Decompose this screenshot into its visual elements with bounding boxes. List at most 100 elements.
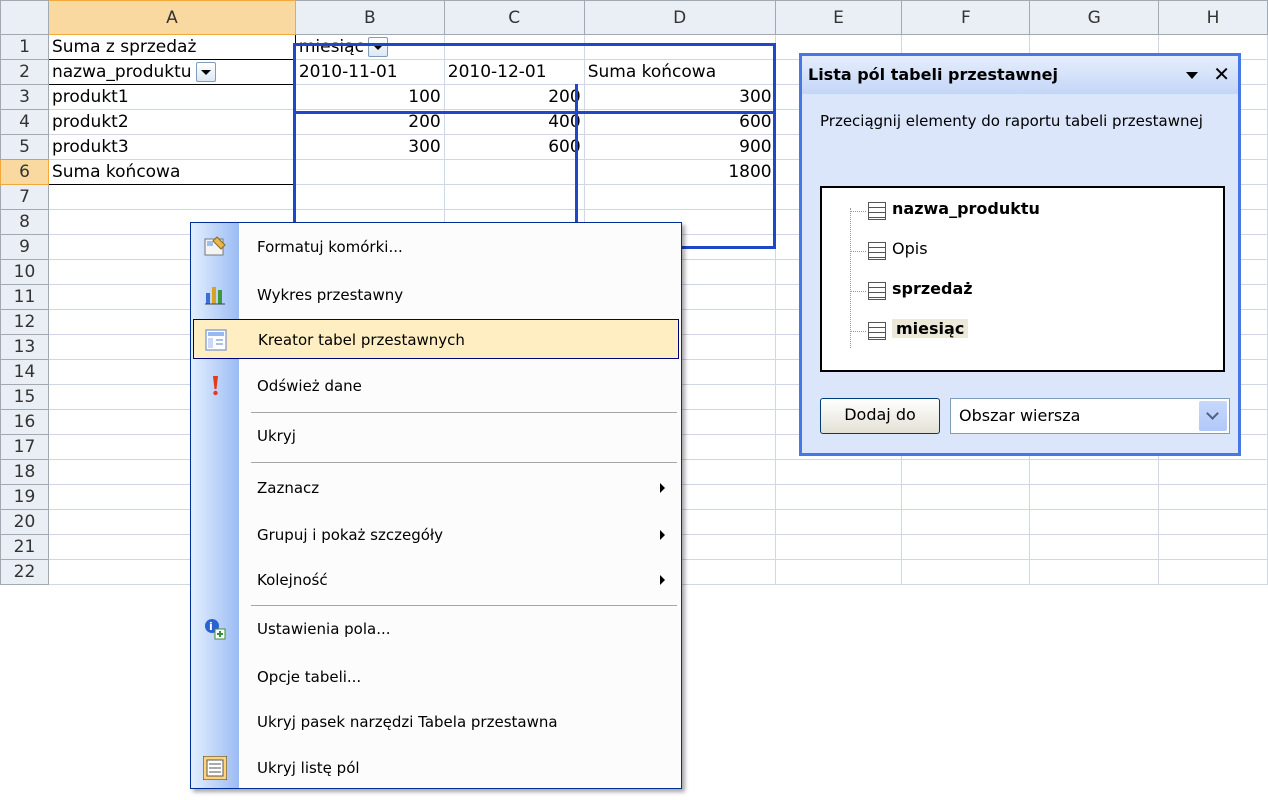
cell-g22[interactable] [1029, 559, 1160, 585]
menu-item-wykres-przestawny[interactable]: Wykres przestawny [193, 275, 679, 315]
row-header-4[interactable]: 4 [0, 109, 49, 135]
cell-b1[interactable]: miesiąc [294, 34, 445, 60]
row-header-16[interactable]: 16 [0, 409, 49, 435]
area-select[interactable]: Obszar wiersza [950, 398, 1230, 434]
field-list-icon [202, 755, 228, 781]
menu-item-zaznacz[interactable]: Zaznacz [193, 468, 679, 508]
cell-b3[interactable]: 100 [294, 84, 445, 110]
row-header-20[interactable]: 20 [0, 509, 49, 535]
cell-e22[interactable] [774, 559, 903, 585]
field-dropdown-button[interactable] [367, 37, 388, 57]
row-header-22[interactable]: 22 [0, 559, 49, 585]
cell-f19[interactable] [901, 484, 1031, 510]
row-header-13[interactable]: 13 [0, 334, 49, 360]
menu-item-formatuj-komórki[interactable]: Formatuj komórki... [193, 227, 679, 267]
menu-item-ukryj-pasek-narzędzi-tabela-przestawna[interactable]: Ukryj pasek narzędzi Tabela przestawna [193, 702, 679, 742]
cell-g18[interactable] [1029, 459, 1160, 485]
cell-b2[interactable]: 2010-11-01 [294, 59, 445, 85]
column-header-f[interactable]: F [901, 0, 1031, 35]
row-header-11[interactable]: 11 [0, 284, 49, 310]
cell-d3[interactable]: 300 [583, 84, 776, 110]
row-header-15[interactable]: 15 [0, 384, 49, 410]
column-header-d[interactable]: D [583, 0, 776, 35]
chevron-down-icon[interactable] [1199, 401, 1227, 431]
row-header-2[interactable]: 2 [0, 59, 49, 85]
field-dropdown-button[interactable] [195, 62, 216, 82]
cell-e19[interactable] [774, 484, 903, 510]
row-header-6[interactable]: 6 [0, 159, 49, 185]
column-header-g[interactable]: G [1029, 0, 1160, 35]
cell-d5[interactable]: 900 [583, 134, 776, 160]
cell-f18[interactable] [901, 459, 1031, 485]
select-all-corner[interactable] [0, 0, 49, 35]
menu-item-grupuj-i-pokaż-szczegóły[interactable]: Grupuj i pokaż szczegóły [193, 515, 679, 555]
row-header-18[interactable]: 18 [0, 459, 49, 485]
cell-c1[interactable] [443, 34, 585, 60]
cell-a4[interactable]: produkt2 [47, 109, 296, 135]
cell-d2[interactable]: Suma końcowa [583, 59, 776, 85]
cell-d4[interactable]: 600 [583, 109, 776, 135]
cell-a6[interactable]: Suma końcowa [47, 159, 296, 185]
row-header-17[interactable]: 17 [0, 434, 49, 460]
cell-h21[interactable] [1158, 534, 1268, 560]
cell-d6[interactable]: 1800 [583, 159, 776, 185]
cell-c4[interactable]: 400 [443, 109, 585, 135]
cell-e21[interactable] [774, 534, 903, 560]
cell-e20[interactable] [774, 509, 903, 535]
cell-b7[interactable] [294, 184, 445, 210]
column-header-e[interactable]: E [774, 0, 903, 35]
row-header-8[interactable]: 8 [0, 209, 49, 235]
cell-d7[interactable] [583, 184, 776, 210]
row-header-5[interactable]: 5 [0, 134, 49, 160]
column-header-b[interactable]: B [294, 0, 445, 35]
pane-menu-icon[interactable] [1186, 72, 1198, 79]
cell-f20[interactable] [901, 509, 1031, 535]
menu-item-opcje-tabeli[interactable]: Opcje tabeli... [193, 657, 679, 697]
pane-title-bar[interactable]: Lista pól tabeli przestawnej ✕ [802, 56, 1238, 94]
cell-g20[interactable] [1029, 509, 1160, 535]
cell-a2[interactable]: nazwa_produktu [47, 59, 296, 85]
menu-item-kreator-tabel-przestawnych[interactable]: Kreator tabel przestawnych [193, 319, 679, 359]
row-header-19[interactable]: 19 [0, 484, 49, 510]
close-icon[interactable]: ✕ [1213, 62, 1230, 86]
row-header-3[interactable]: 3 [0, 84, 49, 110]
row-header-9[interactable]: 9 [0, 234, 49, 260]
cell-h20[interactable] [1158, 509, 1268, 535]
row-header-7[interactable]: 7 [0, 184, 49, 210]
menu-item-ukryj-listę-pól[interactable]: Ukryj listę pól [193, 748, 679, 788]
column-header-h[interactable]: H [1158, 0, 1268, 35]
cell-a3[interactable]: produkt1 [47, 84, 296, 110]
menu-item-ustawienia-pola[interactable]: i Ustawienia pola... [193, 609, 679, 649]
cell-d1[interactable] [583, 34, 776, 60]
cell-c3[interactable]: 200 [443, 84, 585, 110]
cell-c2[interactable]: 2010-12-01 [443, 59, 585, 85]
menu-item-kolejność[interactable]: Kolejność [193, 560, 679, 600]
cell-c6[interactable] [443, 159, 585, 185]
column-header-a[interactable]: A [47, 0, 296, 35]
cell-a1[interactable]: Suma z sprzedaż [47, 34, 296, 60]
cell-a5[interactable]: produkt3 [47, 134, 296, 160]
cell-h18[interactable] [1158, 459, 1268, 485]
cell-c7[interactable] [443, 184, 585, 210]
cell-a7[interactable] [47, 184, 296, 210]
cell-g21[interactable] [1029, 534, 1160, 560]
cell-g19[interactable] [1029, 484, 1160, 510]
row-header-1[interactable]: 1 [0, 34, 49, 60]
cell-b5[interactable]: 300 [294, 134, 445, 160]
cell-e18[interactable] [774, 459, 903, 485]
cell-h22[interactable] [1158, 559, 1268, 585]
row-header-21[interactable]: 21 [0, 534, 49, 560]
cell-b4[interactable]: 200 [294, 109, 445, 135]
menu-item-ukryj[interactable]: Ukryj [193, 416, 679, 456]
row-header-14[interactable]: 14 [0, 359, 49, 385]
row-header-12[interactable]: 12 [0, 309, 49, 335]
cell-c5[interactable]: 600 [443, 134, 585, 160]
menu-item-odśwież-dane[interactable]: Odśwież dane [193, 366, 679, 406]
cell-h19[interactable] [1158, 484, 1268, 510]
column-header-c[interactable]: C [443, 0, 585, 35]
add-to-button[interactable]: Dodaj do [820, 398, 940, 434]
cell-b6[interactable] [294, 159, 445, 185]
cell-f21[interactable] [901, 534, 1031, 560]
cell-f22[interactable] [901, 559, 1031, 585]
row-header-10[interactable]: 10 [0, 259, 49, 285]
